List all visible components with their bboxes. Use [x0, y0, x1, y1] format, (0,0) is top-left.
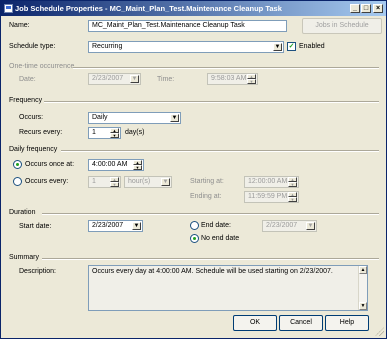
starting-at-spinner[interactable]: ▲ ▼ [288, 177, 297, 187]
occurs-once-time-value: 4:00:00 AM [92, 161, 128, 168]
ending-at-value: 11:59:59 PM [248, 193, 288, 200]
occurs-label: Occurs: [19, 114, 44, 121]
occurs-every-input[interactable]: 1 ▲ ▼ [88, 176, 121, 188]
window-title: Job Schedule Properties - MC_Maint_Plan_… [15, 4, 282, 13]
recurs-unit-label: day(s) [125, 129, 145, 136]
occurs-once-time-input[interactable]: 4:00:00 AM ▲ ▼ [88, 159, 144, 171]
description-text: Occurs every day at 4:00:00 AM. Schedule… [92, 268, 333, 275]
occurs-once-time-spinner[interactable]: ▲ ▼ [133, 160, 142, 170]
one-time-date-label: Date: [19, 76, 36, 83]
ending-at-input[interactable]: 11:59:59 PM ▲ ▼ [244, 191, 299, 203]
one-time-time-spinner[interactable]: ▲ ▼ [247, 74, 256, 84]
starting-at-label: Starting at: [190, 178, 224, 185]
chevron-down-icon[interactable]: ▼ [161, 178, 170, 186]
end-date-picker[interactable]: 2/23/2007 ▼ [262, 220, 317, 232]
start-date-label: Start date: [19, 223, 52, 230]
chevron-down-icon[interactable]: ▼ [170, 114, 179, 122]
no-end-date-label: No end date [201, 235, 240, 242]
occurs-once-radio[interactable] [13, 160, 22, 169]
schedule-type-label: Schedule type: [9, 43, 56, 50]
chevron-down-icon[interactable]: ▼ [132, 222, 141, 230]
occurs-every-value: 1 [92, 178, 96, 185]
description-textarea[interactable]: Occurs every day at 4:00:00 AM. Schedule… [88, 265, 368, 311]
occurs-every-label: Occurs every: [25, 178, 69, 185]
duration-section-title: Duration [9, 209, 36, 216]
maximize-button[interactable]: □ [361, 4, 371, 13]
one-time-divider [73, 67, 379, 69]
duration-divider [42, 213, 379, 215]
recurs-every-spinner[interactable]: ▲ ▼ [110, 128, 119, 138]
end-date-label: End date: [201, 222, 231, 229]
close-button[interactable]: × [373, 4, 383, 13]
summary-divider [42, 258, 379, 260]
name-input[interactable]: MC_Maint_Plan_Test.Maintenance Cleanup T… [88, 20, 287, 32]
frequency-divider [44, 101, 379, 103]
job-schedule-properties-window: Job Schedule Properties - MC_Maint_Plan_… [0, 0, 387, 339]
one-time-time-label: Time: [157, 76, 175, 83]
one-time-date-picker[interactable]: 2/23/2007 ▼ [88, 73, 141, 85]
ending-at-spinner[interactable]: ▲ ▼ [288, 192, 297, 202]
recurs-every-input[interactable]: 1 ▲ ▼ [88, 127, 121, 139]
no-end-date-radio[interactable] [190, 234, 199, 243]
chevron-down-icon[interactable]: ▼ [273, 43, 282, 51]
occurs-value: Daily [92, 114, 108, 121]
description-label: Description: [19, 268, 56, 275]
ending-at-label: Ending at: [190, 193, 222, 200]
frequency-section-title: Frequency [9, 97, 43, 104]
title-bar[interactable]: Job Schedule Properties - MC_Maint_Plan_… [1, 1, 386, 16]
start-date-value: 2/23/2007 [92, 222, 124, 229]
occurs-every-unit-value: hour(s) [128, 178, 151, 185]
resize-grip-icon[interactable] [375, 327, 384, 336]
starting-at-value: 12:00:00 AM [248, 178, 288, 185]
one-time-time-value: 9:58:03 AM [211, 75, 247, 82]
end-date-value: 2/23/2007 [266, 222, 298, 229]
name-label: Name: [9, 22, 30, 29]
recurs-every-value: 1 [92, 129, 96, 136]
scroll-up-icon[interactable]: ▲ [359, 266, 367, 274]
occurs-every-spinner[interactable]: ▲ ▼ [110, 177, 119, 187]
help-button[interactable]: Help [325, 315, 369, 331]
daily-frequency-divider [61, 150, 379, 152]
schedule-type-select[interactable]: Recurring ▼ [88, 41, 284, 53]
name-input-value: MC_Maint_Plan_Test.Maintenance Cleanup T… [92, 22, 245, 29]
enabled-checkbox[interactable]: ✓ [287, 42, 296, 51]
jobs-in-schedule-button[interactable]: Jobs in Schedule [302, 18, 382, 34]
minimize-button[interactable]: _ [350, 4, 360, 13]
daily-frequency-section-title: Daily frequency [9, 146, 58, 153]
occurs-every-radio[interactable] [13, 177, 22, 186]
end-date-radio[interactable] [190, 221, 199, 230]
ok-button[interactable]: OK [233, 315, 277, 331]
starting-at-input[interactable]: 12:00:00 AM ▲ ▼ [244, 176, 299, 188]
chevron-down-icon[interactable]: ▼ [306, 222, 315, 230]
occurs-select[interactable]: Daily ▼ [88, 112, 181, 124]
description-scrollbar[interactable]: ▲ ▼ [358, 266, 367, 310]
occurs-every-unit-select[interactable]: hour(s) ▼ [124, 176, 172, 188]
chevron-down-icon[interactable]: ▼ [130, 75, 139, 83]
window-icon [4, 4, 13, 13]
scroll-down-icon[interactable]: ▼ [359, 302, 367, 310]
start-date-picker[interactable]: 2/23/2007 ▼ [88, 220, 143, 232]
one-time-section-title: One-time occurrence [9, 63, 75, 70]
cancel-button[interactable]: Cancel [279, 315, 323, 331]
recurs-every-label: Recurs every: [19, 129, 63, 136]
enabled-label: Enabled [299, 43, 325, 50]
summary-section-title: Summary [9, 254, 39, 261]
one-time-date-value: 2/23/2007 [92, 75, 124, 82]
occurs-once-label: Occurs once at: [25, 161, 75, 168]
schedule-type-value: Recurring [92, 43, 123, 50]
one-time-time-input[interactable]: 9:58:03 AM ▲ ▼ [207, 73, 258, 85]
